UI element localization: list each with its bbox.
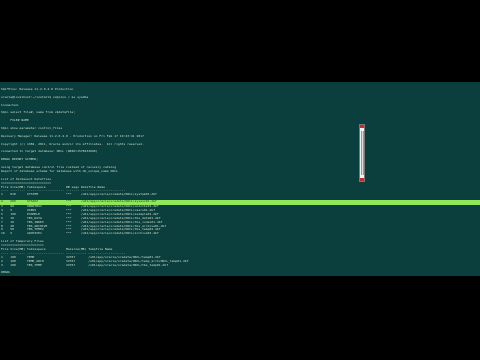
terminal-line: SQL> select file#, name from v$datafile; [1,110,76,115]
terminal-line: RMAN> REPORT SCHEMA; [1,157,39,162]
scroll-down-arrow-icon[interactable] [360,178,364,181]
terminal-line: Connected. [1,102,20,107]
terminal-line: SQL> show parameter control_files [1,126,63,130]
terminal-line: FILE# NAME [1,118,29,123]
scroll-up-arrow-icon[interactable] [360,125,364,128]
terminal-line: RMAN> [1,270,11,275]
terminal-line: SQL*Plus: Release 11.2.0.4.0 Production [1,87,74,91]
terminal-line: Report of database schema for database w… [1,168,118,173]
scroll-thumb[interactable] [360,131,364,175]
vertical-scrollbar[interactable] [359,124,365,182]
terminal-line: 1 810 SYSTEM *** /u01/app/oracle/oradata… [1,192,157,197]
terminal-line: 10 5 ARCHIVE1 *** /u01/app/oracle/oradat… [1,231,159,236]
terminal-line: oracle@localhost:~/install$ sqlplus / as… [1,94,89,99]
terminal-window[interactable]: SQL*Plus: Release 11.2.0.4.0 Production o… [0,82,480,276]
terminal-line: Copyright (c) 1982, 2011, Oracle and/or … [1,141,144,146]
terminal-line: Recovery Manager: Release 11.2.0.4.0 - P… [1,133,144,138]
terminal-line: 3 100 TBS_TEMP 32767 /u01/app/oracle/ora… [1,262,169,267]
terminal-line: connected to target database: ORCL (DBID… [1,149,98,154]
